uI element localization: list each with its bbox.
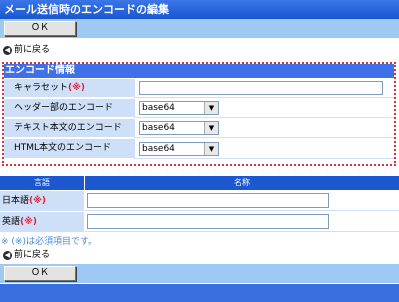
- html-body-encoding-cell: base64 ▼: [134, 139, 394, 159]
- japanese-label: 日本語(※): [0, 191, 84, 211]
- charset-label-text: キャラセット: [14, 83, 69, 93]
- footer-strip: [0, 284, 399, 302]
- html-body-encoding-label: HTML本文のエンコード: [4, 139, 134, 159]
- english-label-text: 英語: [2, 217, 21, 227]
- text-body-encoding-label: テキスト本文のエンコード: [4, 119, 134, 138]
- text-body-encoding-value: base64: [142, 123, 175, 133]
- japanese-cell: [85, 191, 399, 211]
- column-header-language: 言語: [0, 176, 84, 190]
- chevron-down-icon[interactable]: ▼: [204, 122, 218, 134]
- english-label: 英語(※): [0, 212, 84, 232]
- charset-label: キャラセット(※): [4, 79, 134, 98]
- page-title: メール送信時のエンコードの編集: [0, 0, 399, 19]
- header-encoding-select[interactable]: base64 ▼: [139, 101, 219, 115]
- encoding-section-title: エンコード情報: [4, 64, 394, 78]
- header-encoding-label: ヘッダー部のエンコード: [4, 99, 134, 118]
- required-note: ※ (※)は必須項目です。: [1, 237, 98, 247]
- back-link-label: 前に戻る: [14, 45, 51, 55]
- header-encoding-value: base64: [142, 103, 175, 113]
- japanese-name-input[interactable]: [87, 193, 329, 208]
- column-header-name: 名称: [85, 176, 399, 190]
- required-mark: (※): [68, 83, 85, 93]
- html-body-encoding-select[interactable]: base64 ▼: [139, 142, 219, 156]
- back-arrow-icon: ◀: [3, 250, 12, 260]
- ok-button-top[interactable]: ＯＫ: [4, 21, 76, 36]
- charset-input[interactable]: [139, 81, 383, 95]
- required-mark: (※): [20, 217, 37, 227]
- charset-cell: [134, 79, 394, 98]
- back-link-label: 前に戻る: [14, 250, 51, 260]
- header-encoding-cell: base64 ▼: [134, 99, 394, 118]
- back-link-top[interactable]: ◀ 前に戻る: [3, 44, 50, 56]
- back-arrow-icon: ◀: [3, 45, 12, 55]
- chevron-down-icon[interactable]: ▼: [204, 143, 218, 155]
- japanese-label-text: 日本語: [2, 196, 30, 206]
- ok-button-bottom[interactable]: ＯＫ: [4, 266, 76, 281]
- required-mark: (※): [29, 196, 46, 206]
- english-cell: [85, 212, 399, 232]
- html-body-encoding-value: base64: [142, 144, 175, 154]
- back-link-bottom[interactable]: ◀ 前に戻る: [3, 249, 50, 261]
- chevron-down-icon[interactable]: ▼: [204, 102, 218, 114]
- text-body-encoding-cell: base64 ▼: [134, 119, 394, 138]
- english-name-input[interactable]: [87, 214, 329, 229]
- text-body-encoding-select[interactable]: base64 ▼: [139, 121, 219, 135]
